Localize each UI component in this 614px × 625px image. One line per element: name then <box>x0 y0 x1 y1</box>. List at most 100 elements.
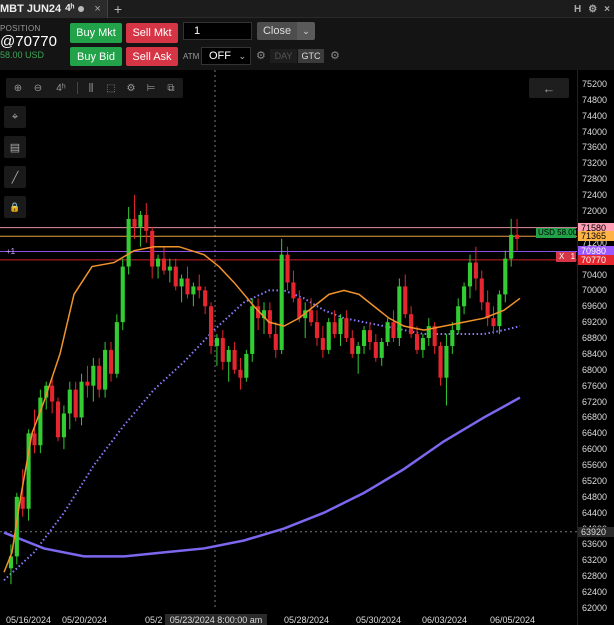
candle-body <box>114 322 119 374</box>
candle-body <box>491 318 496 327</box>
tif-day-toggle[interactable]: DAY <box>270 49 297 63</box>
date-tick: 05/16/2024 <box>6 615 52 625</box>
price-axis[interactable]: 75200 74800 74400 74000 73600 73200 72800 72400… <box>577 70 614 625</box>
price-tick: 75200 <box>582 78 608 89</box>
add-tab-button[interactable]: + <box>114 0 122 18</box>
candle-body <box>238 369 243 378</box>
toolbar-divider <box>77 82 78 94</box>
window-controls: H ⚙ × <box>574 0 610 18</box>
price-tick: 65600 <box>582 460 608 471</box>
date-tick: 05/20/2024 <box>62 615 108 625</box>
scroll-left-button[interactable]: ← <box>529 78 569 98</box>
price-tag-70770: 70770 <box>578 254 614 265</box>
candle-body <box>479 278 484 303</box>
price-tick: 69200 <box>582 317 608 328</box>
atm-value: OFF <box>209 50 231 62</box>
position-close-tag[interactable]: X 1 <box>556 252 576 262</box>
candle-body <box>20 496 25 509</box>
candle-body <box>309 310 314 323</box>
price-tick: 72800 <box>582 174 608 185</box>
position-pnl: 58.00 USD <box>0 50 45 60</box>
atm-select[interactable]: OFF ⌄ <box>201 47 251 65</box>
price-tag-71365: 71365 <box>578 231 614 242</box>
candle-body <box>291 282 296 299</box>
chart-tab[interactable]: MBT JUN24 4ʰ × <box>0 0 108 18</box>
zoom-in-icon[interactable]: ⊕ <box>9 80 27 96</box>
candle-body <box>79 381 84 418</box>
tab-title: MBT JUN24 <box>0 2 62 15</box>
price-tick: 69600 <box>582 301 608 312</box>
candle-body <box>185 278 190 295</box>
price-tick: 64400 <box>582 507 608 518</box>
tab-close-icon[interactable]: × <box>94 3 100 15</box>
candle-body <box>103 349 108 390</box>
date-tick: 06/05/2024 <box>490 615 536 625</box>
candle-body <box>220 338 225 362</box>
candle-body <box>397 286 402 339</box>
candle-body <box>97 365 102 390</box>
sell-mkt-button[interactable]: Sell Mkt <box>126 23 178 43</box>
candle-body <box>438 345 443 378</box>
h-icon[interactable]: H <box>574 4 581 15</box>
price-tick: 63600 <box>582 539 608 550</box>
candle-body <box>456 306 461 331</box>
candle-body <box>197 286 202 291</box>
price-chart[interactable]: ⊕ ⊖ 4ʰ ⫼ ⬚ ⚙ ⊨ ⧉ ⌖ ▤ ╱ 🔒 ← +1 USD 58.00 … <box>0 70 614 625</box>
candle-body <box>179 278 184 287</box>
price-tick: 72400 <box>582 190 608 201</box>
tif-settings-icon[interactable]: ⚙ <box>330 49 340 62</box>
zoom-out-icon[interactable]: ⊖ <box>29 80 47 96</box>
price-tick: 72000 <box>582 205 608 216</box>
date-tick: 06/03/2024 <box>422 615 468 625</box>
price-tick: 66800 <box>582 412 608 423</box>
buy-mkt-button[interactable]: Buy Mkt <box>70 23 122 43</box>
candle-body <box>373 342 378 358</box>
candle-body <box>450 330 455 346</box>
chart-canvas[interactable] <box>0 70 577 625</box>
candle-body <box>214 338 219 346</box>
candle-body <box>120 266 125 323</box>
indicators-icon[interactable]: ⊨ <box>142 80 160 96</box>
candle-body <box>226 349 231 362</box>
price-tick: 62400 <box>582 587 608 598</box>
crosshair-icon[interactable]: ⌖ <box>4 106 26 128</box>
candle-body <box>73 389 78 418</box>
bar-type-icon[interactable]: ⫼ <box>82 80 100 96</box>
candle-body <box>367 330 372 342</box>
lock-icon[interactable]: 🔒 <box>4 196 26 218</box>
templates-icon[interactable]: ⧉ <box>162 80 180 96</box>
atm-settings-icon[interactable]: ⚙ <box>256 49 266 62</box>
price-tick: 64800 <box>582 491 608 502</box>
date-tick: 05/28/2024 <box>284 615 330 625</box>
atm-label: ATM <box>183 52 200 61</box>
candle-body <box>391 322 396 339</box>
timeframe-button[interactable]: 4ʰ <box>49 80 73 96</box>
draw-panel-icon[interactable]: ▤ <box>4 136 26 158</box>
price-tick: 68400 <box>582 348 608 359</box>
candle-body <box>61 413 66 438</box>
candle-body <box>379 342 384 358</box>
window-settings-icon[interactable]: ⚙ <box>588 4 597 15</box>
candle-body <box>403 286 408 315</box>
buy-bid-button[interactable]: Buy Bid <box>70 47 122 66</box>
candle-body <box>191 286 196 295</box>
tif-gtc-toggle[interactable]: GTC <box>298 49 324 63</box>
line-tool-icon[interactable]: ╱ <box>4 166 26 188</box>
candle-body <box>244 353 249 378</box>
candle-body <box>361 330 367 346</box>
close-button[interactable]: Close <box>257 22 297 40</box>
quantity-input[interactable]: 1 <box>183 22 252 40</box>
candle-body <box>156 258 161 267</box>
close-dropdown-icon[interactable]: ⌄ <box>297 22 315 40</box>
price-tick: 70000 <box>582 285 608 296</box>
candle-body <box>432 326 437 346</box>
select-icon[interactable]: ⬚ <box>102 80 120 96</box>
chart-settings-icon[interactable]: ⚙ <box>122 80 140 96</box>
close-x-icon[interactable]: X <box>559 252 564 261</box>
price-tick: 70400 <box>582 269 608 280</box>
price-tick: 62800 <box>582 571 608 582</box>
sell-ask-button[interactable]: Sell Ask <box>126 47 178 66</box>
candle-body <box>161 258 167 271</box>
window-close-icon[interactable]: × <box>604 4 610 15</box>
candle-body <box>150 230 155 267</box>
